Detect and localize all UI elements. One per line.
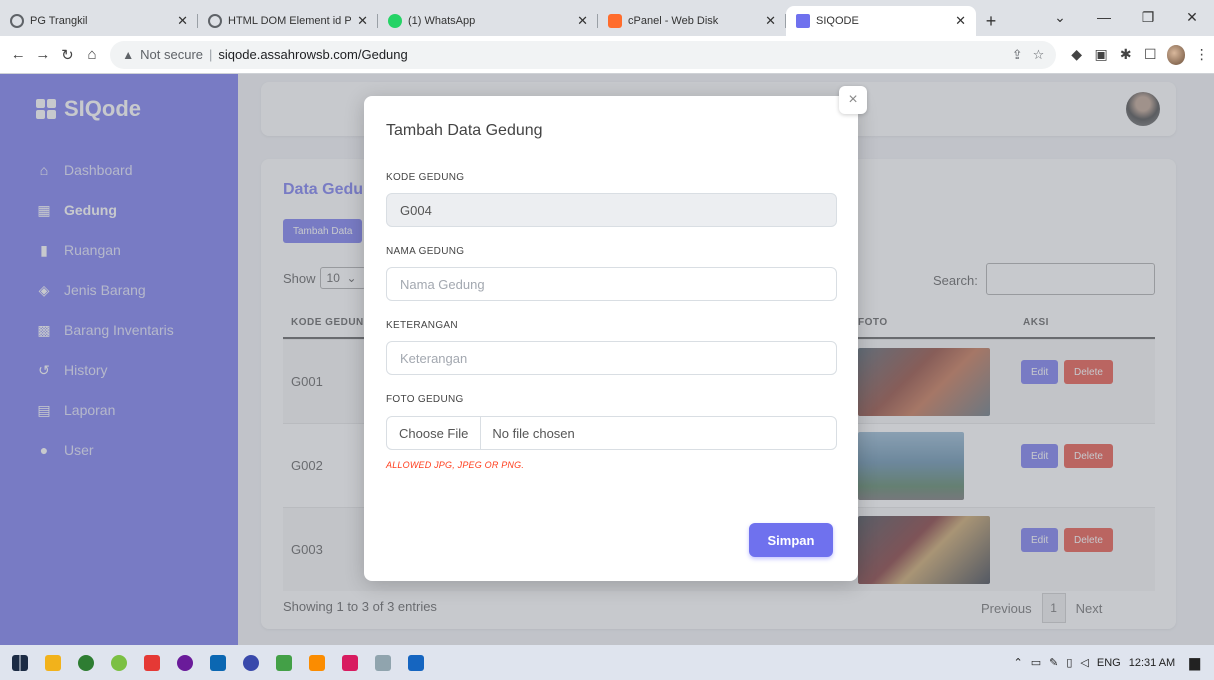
- browser-tab[interactable]: PG Trangkil ✕: [0, 6, 198, 36]
- not-secure-label: Not secure: [140, 47, 204, 62]
- keterangan-input[interactable]: [386, 341, 837, 375]
- tambah-gedung-modal: Tambah Data Gedung KODE GEDUNG NAMA GEDU…: [364, 96, 858, 581]
- browser-tab[interactable]: (1) WhatsApp ✕: [378, 6, 598, 36]
- app-icon[interactable]: [342, 654, 358, 671]
- modal-title: Tambah Data Gedung: [386, 122, 543, 139]
- extension-icon[interactable]: ▣: [1089, 46, 1114, 63]
- foto-gedung-label: FOTO GEDUNG: [386, 394, 464, 405]
- home-icon[interactable]: ⌂: [80, 46, 105, 63]
- pen-icon[interactable]: ✎: [1049, 656, 1058, 669]
- bookmark-star-icon[interactable]: ☆: [1033, 47, 1045, 63]
- browser-tab-strip: PG Trangkil ✕ HTML DOM Element id Prope …: [0, 0, 1214, 36]
- extension-icon[interactable]: ◆: [1064, 46, 1089, 63]
- vscode-icon[interactable]: [210, 654, 226, 671]
- tab-close-icon[interactable]: ✕: [177, 13, 188, 29]
- app-page: SIQode ⌂ Dashboard ▦ Gedung ▮ Ruangan ◈ …: [0, 74, 1214, 645]
- notification-icon[interactable]: ▆: [1189, 654, 1200, 671]
- sidebar-panel-icon[interactable]: ☐: [1138, 46, 1163, 63]
- battery-icon[interactable]: ▯: [1066, 656, 1072, 669]
- windows-start-icon[interactable]: [12, 654, 28, 671]
- app-icon[interactable]: [111, 654, 127, 671]
- kode-gedung-label: KODE GEDUNG: [386, 172, 465, 183]
- back-icon[interactable]: ←: [6, 46, 31, 63]
- chevron-up-icon[interactable]: ⌃: [1014, 656, 1023, 669]
- kode-gedung-input[interactable]: [386, 193, 837, 227]
- url-text: siqode.assahrowsb.com/Gedung: [218, 47, 408, 62]
- share-icon[interactable]: ⇪: [1012, 47, 1023, 63]
- restore-icon[interactable]: ❐: [1126, 0, 1170, 34]
- app-icon[interactable]: [243, 654, 259, 671]
- profile-avatar[interactable]: [1166, 44, 1186, 65]
- language-indicator[interactable]: ENG: [1097, 657, 1121, 669]
- whatsapp-icon: [388, 14, 402, 28]
- browser-toolbar: ← → ↻ ⌂ ▲ Not secure | siqode.assahrowsb…: [0, 36, 1214, 74]
- globe-icon: [208, 14, 222, 28]
- windows-taskbar: ⌃ ▭ ✎ ▯ ◁ ENG 12:31 AM ▆: [0, 645, 1214, 680]
- network-icon[interactable]: ▭: [1031, 656, 1041, 669]
- nama-gedung-input[interactable]: [386, 267, 837, 301]
- file-explorer-icon[interactable]: [45, 654, 61, 671]
- reload-icon[interactable]: ↻: [55, 46, 80, 64]
- system-tray: ⌃ ▭ ✎ ▯ ◁ ENG 12:31 AM ▆: [1006, 645, 1200, 680]
- clock[interactable]: 12:31 AM: [1129, 657, 1175, 669]
- window-controls: ⌄ — ❐ ✕: [1038, 0, 1214, 34]
- siqode-favicon-icon: [796, 14, 810, 28]
- window-close-icon[interactable]: ✕: [1170, 0, 1214, 34]
- app-icon[interactable]: [309, 654, 325, 671]
- globe-icon: [10, 14, 24, 28]
- tab-close-icon[interactable]: ✕: [357, 13, 368, 29]
- modal-close-button[interactable]: ×: [839, 86, 867, 114]
- tab-search-icon[interactable]: ⌄: [1038, 0, 1082, 34]
- minimize-icon[interactable]: —: [1082, 0, 1126, 34]
- forward-icon[interactable]: →: [31, 46, 56, 63]
- app-icon[interactable]: [144, 654, 160, 671]
- puzzle-extensions-icon[interactable]: ✱: [1113, 46, 1138, 63]
- simpan-button[interactable]: Simpan: [749, 523, 833, 557]
- url-separator: |: [209, 47, 213, 62]
- nama-gedung-label: NAMA GEDUNG: [386, 246, 465, 257]
- no-file-chosen-text: No file chosen: [492, 425, 575, 441]
- close-icon: ×: [848, 91, 858, 108]
- choose-file-button[interactable]: Choose File: [387, 417, 482, 449]
- app-icon[interactable]: [375, 654, 391, 671]
- volume-icon[interactable]: ◁: [1080, 656, 1088, 669]
- kebab-menu-icon[interactable]: ⋮: [1189, 46, 1214, 63]
- app-icon[interactable]: [276, 654, 292, 671]
- warning-icon[interactable]: ▲: [122, 48, 134, 62]
- browser-tab[interactable]: HTML DOM Element id Prope ✕: [198, 6, 378, 36]
- allowed-formats-hint: ALLOWED JPG, JPEG OR PNG.: [386, 460, 525, 470]
- browser-tab[interactable]: cPanel - Web Disk ✕: [598, 6, 786, 36]
- tab-close-icon[interactable]: ✕: [955, 13, 966, 29]
- address-bar[interactable]: ▲ Not secure | siqode.assahrowsb.com/Ged…: [110, 40, 1057, 69]
- tab-close-icon[interactable]: ✕: [577, 13, 588, 29]
- new-tab-button[interactable]: +: [976, 6, 1006, 36]
- chrome-icon[interactable]: [78, 654, 94, 671]
- app-icon[interactable]: [177, 654, 193, 671]
- keterangan-label: KETERANGAN: [386, 320, 458, 331]
- cpanel-icon: [608, 14, 622, 28]
- tab-close-icon[interactable]: ✕: [765, 13, 776, 29]
- word-icon[interactable]: [408, 654, 424, 671]
- browser-tab-active[interactable]: SIQODE ✕: [786, 6, 976, 36]
- foto-gedung-file-input[interactable]: Choose File No file chosen: [386, 416, 837, 450]
